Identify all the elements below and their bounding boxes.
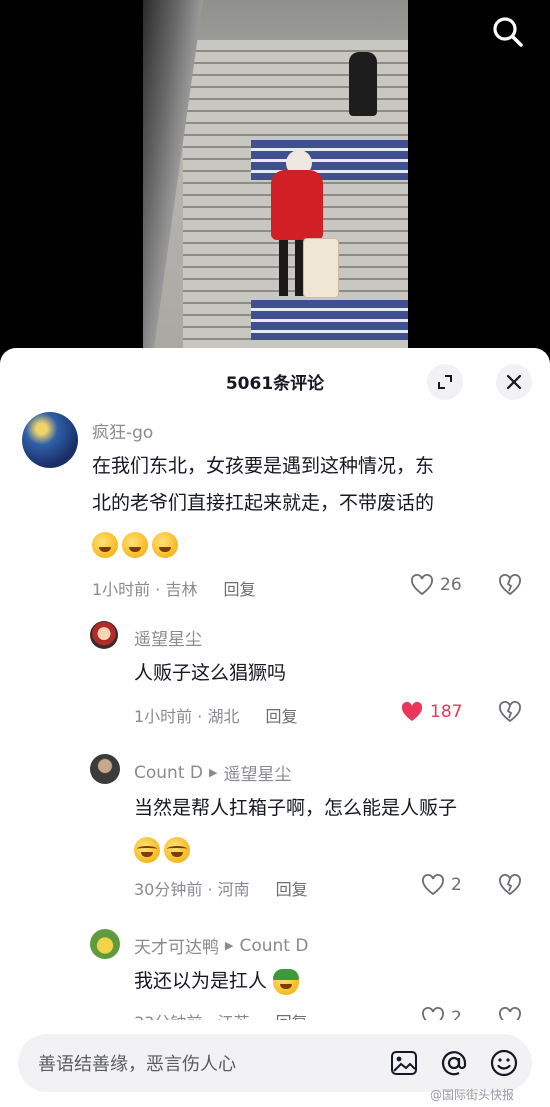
reply-button[interactable]: 回复: [276, 1009, 308, 1020]
broken-heart-icon: [499, 701, 521, 723]
reply-button[interactable]: 回复: [276, 876, 308, 900]
watermark: @国际街头快报: [430, 1088, 515, 1102]
cry-laugh-emoji: [134, 836, 160, 863]
dislike-button[interactable]: [498, 874, 522, 900]
avatar[interactable]: [22, 412, 78, 468]
comment-text: 我还以为是扛人: [134, 963, 534, 1000]
comment-input-placeholder: 善语结善缘，恶言伤人心: [38, 1054, 236, 1075]
video-suitcase: [303, 238, 339, 298]
expand-icon: [438, 375, 452, 389]
search-button[interactable]: [486, 10, 530, 54]
like-button[interactable]: 2: [421, 874, 462, 896]
heart-icon: [411, 574, 433, 596]
video-background-person: [349, 52, 377, 116]
mention-button[interactable]: [432, 1041, 476, 1085]
dislike-button[interactable]: [498, 1007, 522, 1020]
emoji-button[interactable]: [482, 1041, 526, 1085]
laugh-cry-emoji: [122, 531, 148, 558]
comment-meta: 1小时前 · 湖北 回复: [134, 703, 297, 727]
video-stair-sign: [251, 300, 408, 340]
like-count: 2: [451, 1008, 462, 1020]
comment-time-location: 33分钟前 · 江苏: [134, 1009, 250, 1020]
comment-text: 在我们东北，女孩要是遇到这种情况，东 北的老爷们直接扛起来就走，不带废话的: [92, 448, 532, 563]
at-icon: [441, 1051, 467, 1076]
like-button[interactable]: 187: [400, 701, 462, 723]
cry-laugh-emoji: [164, 836, 190, 863]
comment-time-location: 1小时前 · 吉林: [92, 580, 198, 599]
reply-arrow-icon: ▶: [225, 939, 234, 952]
laugh-cry-emoji: [152, 531, 178, 558]
comment-username[interactable]: 疯狂-go: [92, 418, 153, 443]
video-player[interactable]: [0, 0, 550, 360]
like-count: 26: [440, 575, 462, 595]
comments-count-title: 5061条评论: [225, 373, 325, 394]
comment-username[interactable]: 遥望星尘: [134, 625, 202, 650]
comment-meta: 33分钟前 · 江苏 回复: [134, 1009, 308, 1020]
like-count: 187: [430, 702, 463, 722]
comment-text: 人贩子这么猖獗吗: [134, 662, 287, 684]
comment-input[interactable]: 善语结善缘，恶言伤人心: [18, 1034, 532, 1092]
broken-heart-icon: [499, 874, 521, 896]
broken-heart-icon: [499, 574, 521, 596]
broken-heart-icon: [499, 1007, 521, 1020]
comment-meta: 30分钟前 · 河南 回复: [134, 876, 308, 900]
comment-username[interactable]: 天才可达鸭 ▶ Count D: [134, 933, 308, 959]
dislike-button[interactable]: [498, 701, 522, 727]
reply-arrow-icon: ▶: [208, 766, 218, 779]
like-count: 2: [451, 875, 462, 895]
comment-item: 疯狂-go 在我们东北，女孩要是遇到这种情况，东 北的老爷们直接扛起来就走，不带…: [0, 400, 550, 615]
smiley-icon: [490, 1049, 518, 1077]
green-hat-emoji: [273, 968, 300, 995]
close-icon: [506, 374, 522, 390]
comment-username[interactable]: Count D ▶ 遥望星尘: [134, 760, 291, 786]
comment-meta: 1小时前 · 吉林 回复: [92, 576, 255, 600]
search-icon: [493, 17, 523, 47]
video-person-legs: [279, 240, 305, 296]
heart-icon: [422, 1007, 444, 1020]
like-button[interactable]: 2: [421, 1007, 462, 1020]
heart-icon: [422, 874, 444, 896]
avatar[interactable]: [90, 621, 118, 649]
comment-reply-item: 天才可达鸭▶Count D 我还以为是扛人 33分钟前 · 江苏 回复 2: [0, 925, 550, 1020]
comment-reply-item: Count D ▶ 遥望星尘 当然是帮人扛箱子啊，怎么能是人贩子 30分钟前 · 河…: [0, 750, 550, 920]
comment-text: 当然是帮人扛箱子啊，怎么能是人贩子: [134, 790, 534, 868]
avatar[interactable]: [90, 754, 120, 784]
reply-button[interactable]: 回复: [265, 703, 297, 727]
like-button[interactable]: 26: [410, 574, 462, 596]
comment-time-location: 1小时前 · 湖北: [134, 707, 240, 726]
image-button[interactable]: [382, 1041, 426, 1085]
video-person: [271, 170, 323, 240]
dislike-button[interactable]: [498, 574, 522, 600]
close-button[interactable]: [496, 364, 532, 400]
comment-time-location: 30分钟前 · 河南: [134, 880, 250, 899]
image-icon: [391, 1051, 417, 1075]
laugh-cry-emoji: [92, 531, 118, 558]
heart-filled-icon: [401, 701, 423, 721]
expand-button[interactable]: [427, 364, 463, 400]
avatar[interactable]: [90, 929, 120, 959]
video-frame: [143, 0, 408, 360]
comment-reply-item: 遥望星尘 人贩子这么猖獗吗 1小时前 · 湖北 回复 187: [0, 615, 550, 745]
reply-button[interactable]: 回复: [223, 576, 255, 600]
